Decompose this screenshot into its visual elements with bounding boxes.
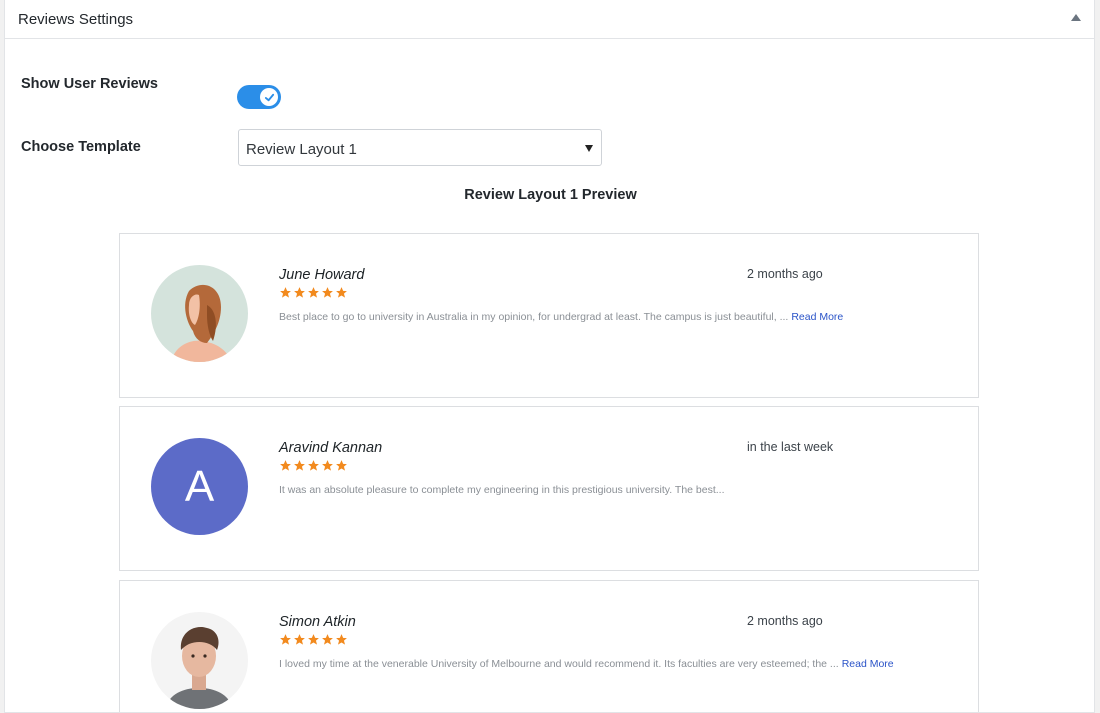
star-icon: [336, 460, 347, 471]
star-icon: [322, 287, 333, 298]
star-icon: [336, 287, 347, 298]
review-card: A Aravind Kannan in the last week It was…: [119, 406, 979, 571]
review-date: 2 months ago: [747, 614, 823, 628]
template-select[interactable]: Review Layout 1: [238, 129, 602, 166]
review-text: It was an absolute pleasure to complete …: [279, 484, 725, 496]
dropdown-arrow-icon: [585, 145, 593, 152]
review-body: Best place to go to university in Austra…: [279, 311, 789, 323]
star-icon: [322, 634, 333, 645]
star-icon: [280, 287, 291, 298]
star-rating: [279, 459, 348, 472]
review-card: Simon Atkin 2 months ago I loved my time…: [119, 580, 979, 712]
star-icon: [308, 634, 319, 645]
review-text: Best place to go to university in Austra…: [279, 311, 843, 323]
star-icon: [294, 287, 305, 298]
read-more-link[interactable]: Read More: [791, 311, 843, 323]
read-more-link[interactable]: Read More: [842, 658, 894, 670]
review-card: June Howard 2 months ago Best place to g…: [119, 233, 979, 398]
review-text: I loved my time at the venerable Univers…: [279, 658, 894, 670]
show-user-reviews-label: Show User Reviews: [21, 76, 158, 92]
reviewer-name: Aravind Kannan: [279, 440, 383, 456]
reviewer-name: June Howard: [279, 267, 365, 283]
checkmark-icon: [264, 93, 274, 101]
star-icon: [308, 287, 319, 298]
reviewer-name: Simon Atkin: [279, 614, 356, 630]
star-icon: [336, 634, 347, 645]
template-select-value: Review Layout 1: [246, 141, 357, 158]
man-avatar-icon: [151, 612, 248, 709]
star-rating: [279, 286, 348, 299]
panel-title: Reviews Settings: [18, 11, 134, 28]
star-icon: [280, 634, 291, 645]
star-icon: [294, 460, 305, 471]
review-body: I loved my time at the venerable Univers…: [279, 658, 839, 670]
choose-template-label: Choose Template: [21, 139, 141, 155]
toggle-knob: [260, 88, 278, 106]
star-icon: [280, 460, 291, 471]
review-date: 2 months ago: [747, 267, 823, 281]
star-icon: [322, 460, 333, 471]
avatar: [151, 265, 248, 362]
preview-title: Review Layout 1 Preview: [464, 187, 637, 203]
review-date: in the last week: [747, 440, 834, 454]
review-body: It was an absolute pleasure to complete …: [279, 484, 725, 496]
woman-avatar-icon: [151, 265, 248, 362]
star-icon: [308, 460, 319, 471]
avatar: [151, 612, 248, 709]
star-icon: [294, 634, 305, 645]
star-rating: [279, 633, 348, 646]
avatar: A: [151, 438, 248, 535]
reviews-settings-panel: Reviews Settings Show User Reviews Choos…: [4, 0, 1095, 713]
collapse-arrow-icon[interactable]: [1071, 14, 1081, 21]
panel-header[interactable]: Reviews Settings: [5, 0, 1094, 39]
show-user-reviews-toggle[interactable]: [237, 85, 281, 109]
